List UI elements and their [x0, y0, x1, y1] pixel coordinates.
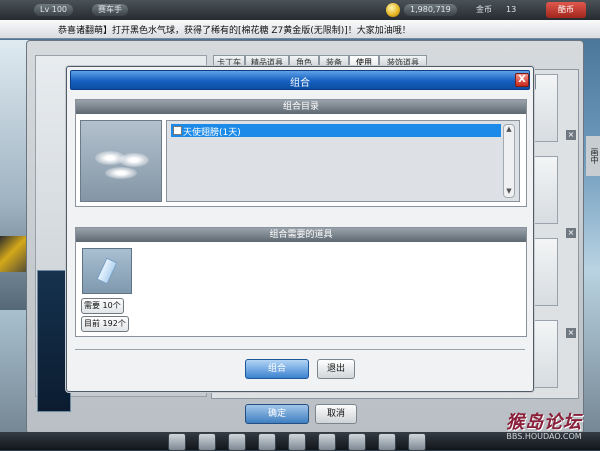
watermark-logo: 猴岛论坛: [506, 412, 582, 433]
required-item-image[interactable]: [82, 248, 132, 294]
need-value: 10个: [102, 301, 121, 310]
tray-item-icon[interactable]: [408, 433, 426, 451]
tray-item-icon[interactable]: [258, 433, 276, 451]
points-button[interactable]: 酷币: [546, 2, 586, 18]
scrollbar[interactable]: ▲ ▼: [503, 124, 515, 198]
top-status-bar: Lv 100 赛车手 1,980,719 金币 13 酷币: [0, 0, 600, 21]
need-label: 需要: [84, 301, 100, 310]
tray-item-icon[interactable]: [378, 433, 396, 451]
catalog-list: 天使翅膀(1天) ▲ ▼: [166, 120, 520, 202]
glow-icon: [105, 167, 137, 179]
slot-close-icon[interactable]: ×: [566, 130, 576, 140]
dialog-title: 组合: [290, 78, 310, 89]
have-label: 目前: [84, 319, 100, 328]
section-header: 组合目录: [76, 100, 526, 114]
slot-close-icon[interactable]: ×: [566, 228, 576, 238]
dialog-title-bar[interactable]: 组合 X: [70, 70, 530, 90]
tray-item-icon[interactable]: [198, 433, 216, 451]
tray-item-icon[interactable]: [288, 433, 306, 451]
watermark-url: BBS.HOUDAO.COM: [506, 432, 582, 441]
tray-item-icon[interactable]: [228, 433, 246, 451]
checkbox-icon[interactable]: [173, 126, 182, 135]
points-count: 13: [506, 5, 517, 14]
list-item[interactable]: 天使翅膀(1天): [171, 124, 501, 138]
scroll-up-icon[interactable]: ▲: [505, 125, 513, 133]
coin-unit: 金币: [476, 5, 492, 14]
need-quantity: 需要 10个: [81, 298, 124, 314]
crystal-icon: [96, 257, 118, 285]
combine-catalog-section: 组合目录 天使翅膀(1天) ▲ ▼: [75, 99, 527, 207]
exit-button[interactable]: 退出: [317, 359, 355, 379]
slot-close-icon[interactable]: ×: [566, 328, 576, 338]
coin-count: 1,980,719: [404, 4, 457, 16]
have-value: 192个: [102, 319, 126, 328]
player-name: 赛车手: [92, 4, 128, 16]
inventory-ok-button[interactable]: 确定: [245, 404, 309, 424]
announcement-text: 恭喜诸翻萌】打开黑色水气球，获得了稀有的[棉花糖 Z7黄金版(无限制)]！大家加…: [58, 26, 411, 36]
have-quantity: 目前 192个: [81, 316, 129, 332]
tray-item-icon[interactable]: [168, 433, 186, 451]
side-tab[interactable]: 画中: [586, 136, 600, 176]
wing-icon: [119, 153, 149, 167]
level-indicator: Lv 100: [34, 4, 74, 16]
tray-item-icon[interactable]: [318, 433, 336, 451]
item-preview-image: [80, 120, 162, 202]
list-item-label: 天使翅膀(1天): [183, 128, 241, 138]
scroll-down-icon[interactable]: ▼: [505, 187, 513, 195]
section-header: 组合需要的道具: [76, 228, 526, 242]
forum-watermark: 猴岛论坛 BBS.HOUDAO.COM: [506, 408, 582, 441]
combine-dialog: 组合 X 组合目录 天使翅膀(1天) ▲ ▼ 组合需要的道具 需要 10个 目前…: [66, 66, 534, 392]
points-unit: 酷币: [558, 5, 574, 14]
required-items-section: 组合需要的道具 需要 10个 目前 192个: [75, 227, 527, 337]
announcement-bar: 恭喜诸翻萌】打开黑色水气球，获得了稀有的[棉花糖 Z7黄金版(无限制)]！大家加…: [0, 20, 600, 39]
divider: [75, 349, 525, 350]
combine-button[interactable]: 组合: [245, 359, 309, 379]
close-icon[interactable]: X: [515, 73, 529, 87]
tray-item-icon[interactable]: [348, 433, 366, 451]
inventory-cancel-button[interactable]: 取消: [315, 404, 357, 424]
coin-icon: [386, 3, 400, 17]
